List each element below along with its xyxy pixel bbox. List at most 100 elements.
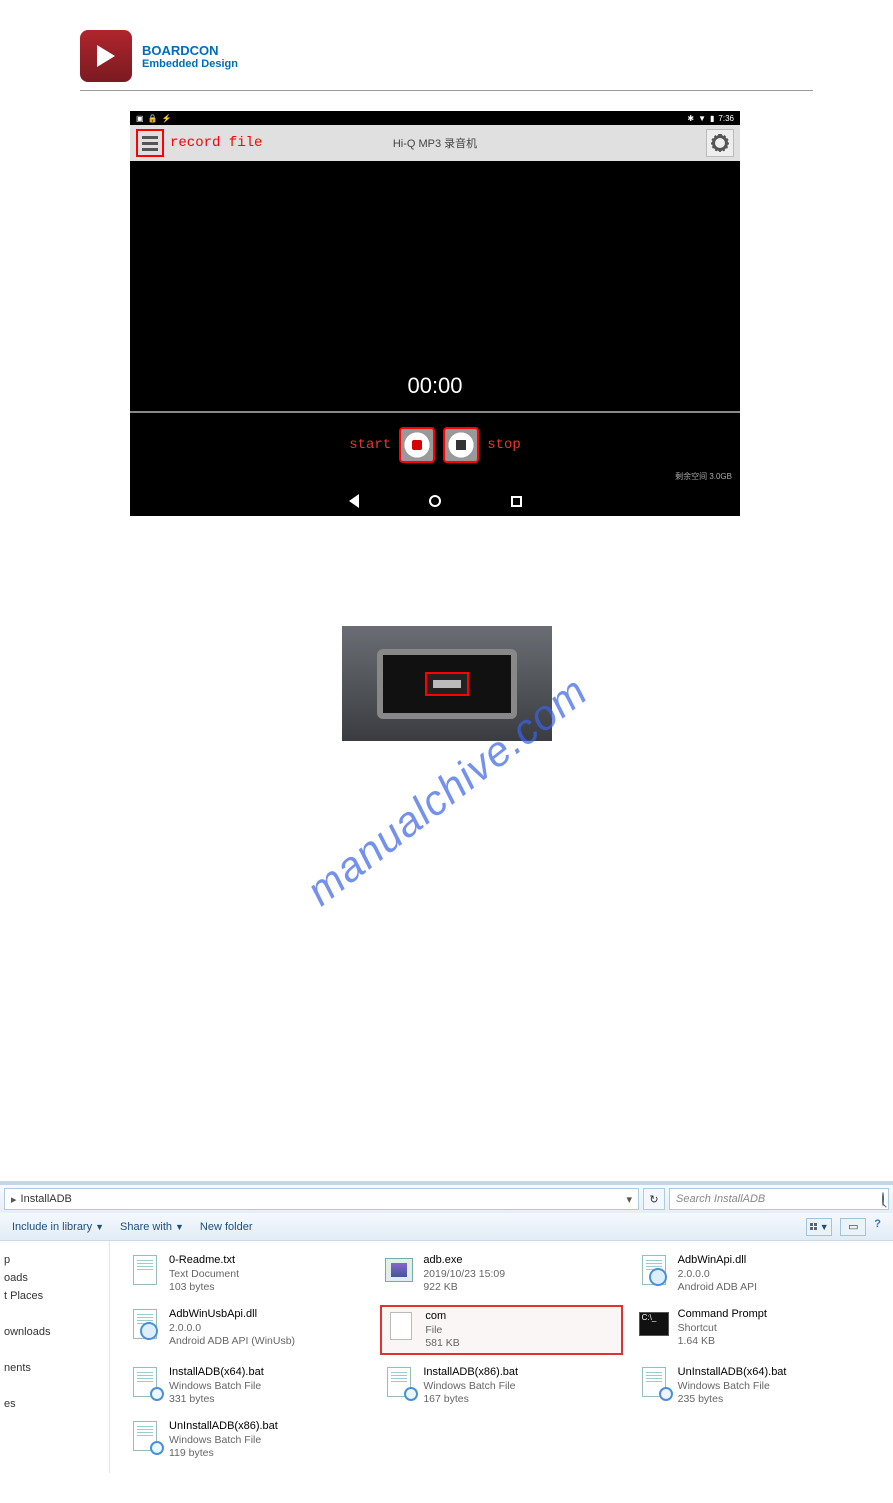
connector-highlight [425, 672, 469, 696]
file-name: Command Prompt [678, 1308, 767, 1322]
brand-title: BOARDCON [142, 43, 238, 58]
file-name: AdbWinApi.dll [678, 1254, 757, 1268]
file-meta: 2.0.0.0 [169, 1322, 295, 1335]
file-meta: Windows Batch File [423, 1380, 518, 1393]
storage-text: 剩余空间 3.0GB [130, 471, 740, 486]
stop-label: stop [487, 437, 521, 453]
recents-icon[interactable] [511, 496, 522, 507]
file-name: AdbWinUsbApi.dll [169, 1308, 295, 1322]
sidebar-item[interactable]: oads [4, 1269, 109, 1287]
explorer-window: ▸ InstallADB ▾ ↻ Search InstallADB Inclu… [0, 1181, 893, 1473]
doc-header: BOARDCON Embedded Design [80, 30, 813, 91]
bt-icon: ✱ [687, 114, 694, 123]
recorder-display: 00:00 [130, 161, 740, 411]
back-icon[interactable] [349, 494, 359, 508]
grid-icon [810, 1223, 817, 1230]
file-meta: 119 bytes [169, 1447, 278, 1460]
home-icon[interactable] [429, 495, 441, 507]
chevron-down-icon: ▼ [95, 1222, 104, 1232]
wifi-icon: ▼ [698, 114, 706, 123]
timer-text: 00:00 [407, 373, 462, 399]
file-meta: 581 KB [425, 1337, 459, 1350]
refresh-button[interactable]: ↻ [643, 1188, 665, 1210]
file-item[interactable]: UnInstallADB(x64).batWindows Batch File2… [635, 1363, 877, 1409]
gear-icon [712, 135, 728, 151]
breadcrumb-text: InstallADB [21, 1193, 72, 1205]
breadcrumb[interactable]: ▸ InstallADB ▾ [4, 1188, 639, 1210]
file-meta: 2.0.0.0 [678, 1268, 757, 1281]
refresh-icon: ↻ [649, 1193, 658, 1206]
recorder-screenshot: ▣ 🔒 ⚡ ✱ ▼ ▮ 7:36 record file Hi-Q MP3 录音机 00:… [130, 111, 740, 516]
new-folder-button[interactable]: New folder [200, 1221, 253, 1233]
sidebar-item[interactable]: ownloads [4, 1323, 109, 1341]
stop-button[interactable] [443, 427, 479, 463]
file-meta: 235 bytes [678, 1393, 787, 1406]
file-item[interactable]: 0-Readme.txtText Document103 bytes [126, 1251, 368, 1297]
settings-button[interactable] [706, 129, 734, 157]
file-name: InstallADB(x86).bat [423, 1366, 518, 1380]
file-meta: Shortcut [678, 1322, 767, 1335]
sidebar-item[interactable]: p [4, 1251, 109, 1269]
include-library-button[interactable]: Include in library▼ [12, 1221, 104, 1233]
file-item[interactable]: AdbWinApi.dll2.0.0.0Android ADB API [635, 1251, 877, 1297]
file-item[interactable]: comFile581 KB [380, 1305, 622, 1355]
file-meta: Windows Batch File [678, 1380, 787, 1393]
menu-icon[interactable] [136, 129, 164, 157]
file-meta: 167 bytes [423, 1393, 518, 1406]
file-name: UnInstallADB(x64).bat [678, 1366, 787, 1380]
file-name: adb.exe [423, 1254, 505, 1268]
record-button[interactable] [399, 427, 435, 463]
chevron-down-icon: ▼ [175, 1222, 184, 1232]
app-bar: record file Hi-Q MP3 录音机 [130, 125, 740, 161]
preview-pane-button[interactable]: ▭ [840, 1218, 866, 1236]
search-icon [882, 1193, 884, 1205]
record-file-label: record file [170, 135, 262, 151]
file-meta: Windows Batch File [169, 1434, 278, 1447]
explorer-toolbar: Include in library▼ Share with▼ New fold… [0, 1213, 893, 1241]
file-name: 0-Readme.txt [169, 1254, 239, 1268]
bolt-icon: ⚡ [162, 114, 172, 123]
clock-text: 7:36 [718, 114, 734, 123]
app-title: Hi-Q MP3 录音机 [393, 135, 477, 151]
lock-icon: 🔒 [148, 114, 158, 123]
file-meta: Android ADB API [678, 1281, 757, 1294]
file-name: InstallADB(x64).bat [169, 1366, 264, 1380]
file-meta: Windows Batch File [169, 1380, 264, 1393]
file-item[interactable]: adb.exe2019/10/23 15:09922 KB [380, 1251, 622, 1297]
file-meta: 922 KB [423, 1281, 505, 1294]
android-statusbar: ▣ 🔒 ⚡ ✱ ▼ ▮ 7:36 [130, 111, 740, 125]
help-button[interactable]: ? [874, 1218, 881, 1236]
file-meta: Text Document [169, 1268, 239, 1281]
view-options-button[interactable]: ▼ [806, 1218, 832, 1236]
file-meta: 1.64 KB [678, 1335, 767, 1348]
file-item[interactable]: C:\_Command PromptShortcut1.64 KB [635, 1305, 877, 1355]
file-item[interactable]: InstallADB(x86).batWindows Batch File167… [380, 1363, 622, 1409]
sidebar-item[interactable]: nents [4, 1359, 109, 1377]
android-navbar [130, 486, 740, 516]
chevron-down-icon[interactable]: ▾ [626, 1193, 632, 1206]
file-name: com [425, 1310, 459, 1324]
file-meta: 331 bytes [169, 1393, 264, 1406]
sidebar-item[interactable] [4, 1377, 109, 1395]
explorer-sidebar: poadst Places ownloads nents es [0, 1241, 110, 1473]
battery-icon: ▮ [710, 114, 714, 123]
files-pane: 0-Readme.txtText Document103 bytes adb.ex… [110, 1241, 893, 1473]
file-item[interactable]: UnInstallADB(x86).batWindows Batch File1… [126, 1417, 368, 1463]
search-input[interactable]: Search InstallADB [669, 1188, 889, 1210]
start-label: start [349, 437, 391, 453]
file-meta: 2019/10/23 15:09 [423, 1268, 505, 1281]
logo [80, 30, 132, 82]
file-item[interactable]: AdbWinUsbApi.dll2.0.0.0Android ADB API (… [126, 1305, 368, 1355]
connector-photo [342, 626, 552, 741]
alarm-icon: ▣ [136, 114, 144, 123]
share-with-button[interactable]: Share with▼ [120, 1221, 184, 1233]
sidebar-item[interactable] [4, 1341, 109, 1359]
address-bar: ▸ InstallADB ▾ ↻ Search InstallADB [0, 1185, 893, 1213]
file-name: UnInstallADB(x86).bat [169, 1420, 278, 1434]
search-placeholder: Search InstallADB [670, 1193, 765, 1205]
sidebar-item[interactable] [4, 1305, 109, 1323]
brand-sub: Embedded Design [142, 58, 238, 70]
file-item[interactable]: InstallADB(x64).batWindows Batch File331… [126, 1363, 368, 1409]
sidebar-item[interactable]: es [4, 1395, 109, 1413]
sidebar-item[interactable]: t Places [4, 1287, 109, 1305]
